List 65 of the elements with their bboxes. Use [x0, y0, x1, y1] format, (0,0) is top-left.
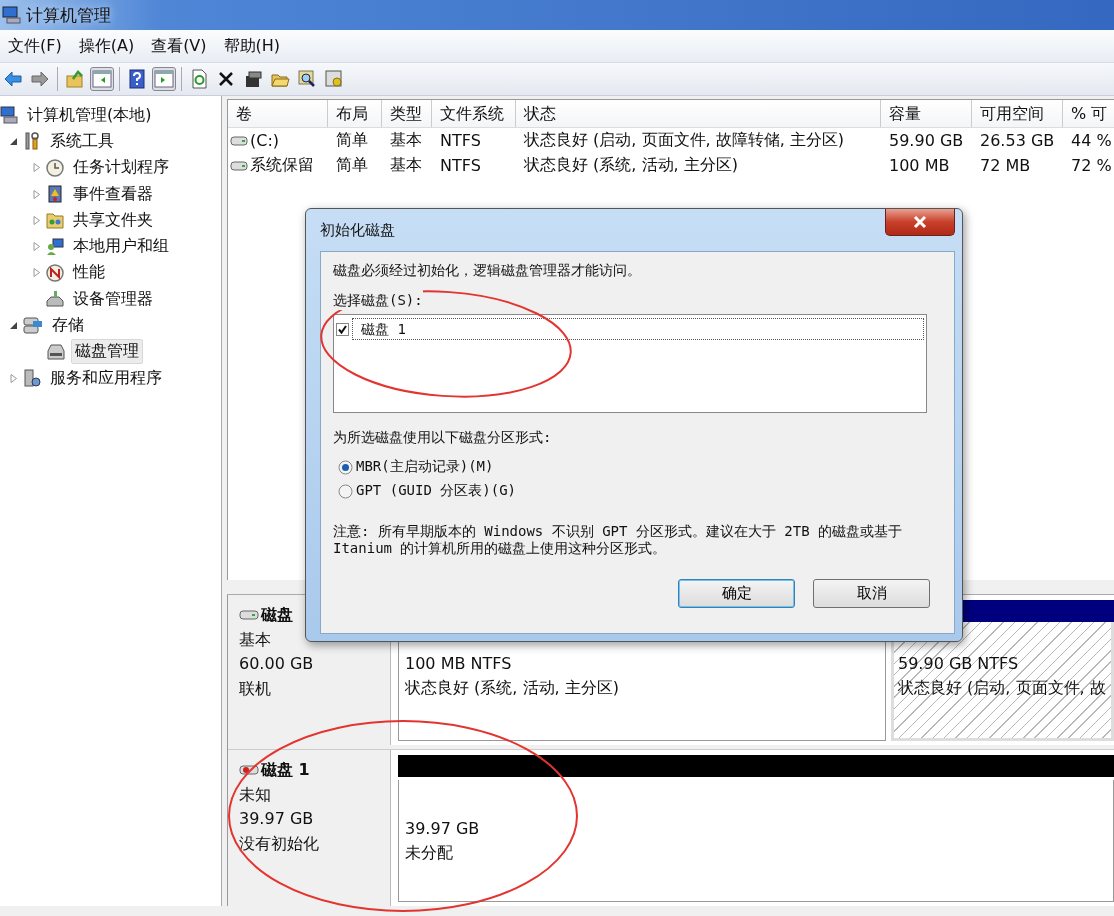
list-item[interactable]: 磁盘 1 [352, 318, 924, 340]
tree-item[interactable]: 系统工具 [46, 128, 118, 154]
table-cell-text: 26.53 GB [979, 131, 1056, 150]
select-disk-label: 选择磁盘(S): [333, 290, 423, 310]
dialog-title: 初始化磁盘 [320, 220, 395, 240]
disk-type: 未知 [239, 783, 272, 806]
partition-box[interactable]: 59.90 GB NTFS 状态良好 (启动, 页面文件, 故 [891, 622, 1114, 741]
table-cell-text: 72 % [1070, 156, 1113, 175]
partition-box[interactable]: 39.97 GB 未分配 [398, 780, 1114, 902]
table-cell-text: 59.90 GB [888, 131, 965, 150]
tree-item[interactable]: 设备管理器 [69, 286, 157, 312]
window-title: 计算机管理 [26, 3, 111, 27]
option-label[interactable]: GPT (GUID 分区表)(G) [356, 482, 516, 500]
tree-item[interactable]: 任务计划程序 [69, 155, 173, 181]
partition-text: 100 MB NTFS [405, 653, 513, 675]
option-label[interactable]: MBR(主启动记录)(M) [356, 458, 494, 476]
disk-status: 没有初始化 [239, 832, 320, 855]
column-header[interactable]: 可用空间 [972, 100, 1063, 127]
partition-text: 状态良好 (启动, 页面文件, 故 [898, 677, 1107, 699]
column-header[interactable]: 类型 [382, 100, 432, 127]
dialog-button[interactable]: 取消 [813, 579, 930, 608]
disk-type: 基本 [239, 628, 272, 651]
table-cell-text: 简单 [335, 130, 369, 151]
partition-text: 39.97 GB [405, 817, 481, 840]
tree-item[interactable]: 计算机管理(本地) [23, 102, 156, 128]
partition-text: 59.90 GB NTFS [898, 653, 1020, 675]
note-text: 注意: 所有早期版本的 Windows 不识别 GPT 分区形式。建议在大于 2TB 的磁盘或基于 Itanium 的计算机所用的磁盘上使用这种分区形式。 [333, 523, 903, 557]
table-cell-text: 简单 [335, 155, 369, 176]
column-header[interactable]: 容量 [881, 100, 972, 127]
table-cell-text: 基本 [389, 130, 423, 151]
table-cell-text: 72 MB [979, 156, 1032, 175]
intro-text: 磁盘必须经过初始化，逻辑磁盘管理器才能访问。 [333, 261, 642, 280]
column-header[interactable]: 状态 [516, 100, 881, 127]
disk-status: 联机 [239, 677, 272, 700]
menu-item[interactable]: 帮助(H) [215, 35, 290, 57]
partition-text: 状态良好 (系统, 活动, 主分区) [405, 677, 620, 699]
table-cell-text: 44 % [1070, 131, 1113, 150]
tree-item[interactable]: 事件查看器 [69, 181, 157, 207]
table-cell: (C:) [250, 131, 280, 150]
tree-item[interactable]: 本地用户和组 [69, 234, 173, 260]
partition-style-label: 为所选磁盘使用以下磁盘分区形式: [333, 428, 553, 447]
tree-item[interactable]: 共享文件夹 [69, 207, 157, 233]
table-cell-text: 状态良好 (启动, 页面文件, 故障转储, 主分区) [523, 130, 846, 151]
table-cell-text: NTFS [439, 156, 482, 175]
column-header[interactable]: 卷 [228, 100, 328, 127]
tree-item[interactable]: 服务和应用程序 [46, 365, 166, 391]
menu-item[interactable]: 查看(V) [143, 35, 216, 57]
column-header[interactable]: 布局 [328, 100, 382, 127]
table-cell-text: 基本 [389, 155, 423, 176]
tree-item[interactable]: 性能 [69, 260, 109, 286]
dialog-button[interactable]: 确定 [678, 579, 795, 608]
table-cell-text: 100 MB [888, 156, 951, 175]
table-cell: 系统保留 [250, 155, 314, 176]
table-cell-text: 状态良好 (系统, 活动, 主分区) [523, 155, 739, 176]
disk-name: 磁盘 [261, 604, 293, 626]
disk-name: 磁盘 1 [261, 759, 310, 781]
partition-text: 未分配 [405, 841, 454, 864]
menu-item[interactable]: 操作(A) [70, 35, 144, 57]
tree-item[interactable]: 存储 [48, 313, 88, 338]
menu-item[interactable]: 文件(F) [0, 35, 71, 57]
disk-size: 39.97 GB [239, 808, 315, 830]
disk-size: 60.00 GB [239, 653, 315, 675]
table-cell-text: NTFS [439, 131, 482, 150]
tree-item[interactable]: 磁盘管理 [71, 339, 143, 365]
column-header[interactable]: 文件系统 [432, 100, 516, 127]
